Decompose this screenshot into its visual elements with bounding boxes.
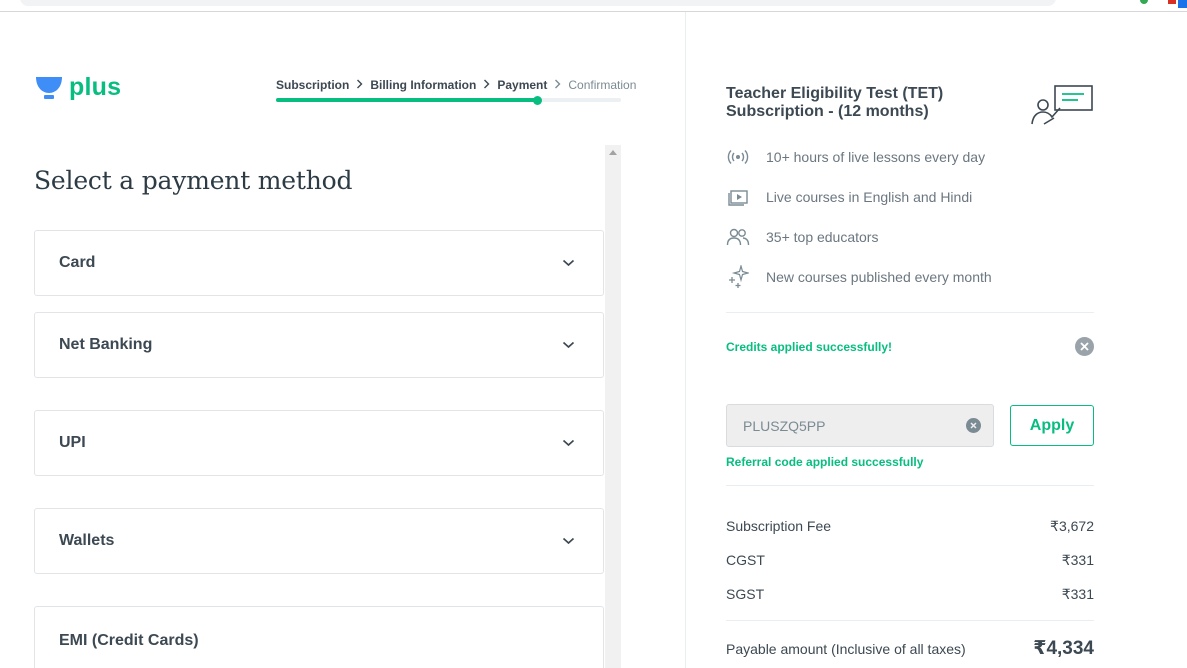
divider (726, 485, 1094, 486)
divider (726, 312, 1094, 313)
close-icon (1080, 342, 1089, 351)
scroll-up-arrow-icon[interactable] (609, 150, 617, 155)
payment-method-card[interactable]: Card (34, 230, 604, 296)
payment-method-net-banking[interactable]: Net Banking (34, 312, 604, 378)
payment-method-label: UPI (59, 434, 86, 451)
payable-label: Payable amount (Inclusive of all taxes) (726, 640, 966, 657)
chevron-down-icon (561, 338, 575, 352)
feature-text: 35+ top educators (766, 229, 879, 245)
fee-label: CGST (726, 552, 765, 568)
clear-referral-code-button[interactable] (966, 418, 981, 433)
stepper-progress-dot (533, 96, 543, 105)
video-play-icon (726, 185, 750, 209)
payment-method-label: Wallets (59, 532, 115, 549)
divider (726, 620, 1094, 621)
live-broadcast-icon (726, 145, 750, 169)
checkout-stepper: Subscription Billing Information Payment… (276, 78, 636, 105)
chevron-right-icon (483, 78, 490, 92)
educator-board-illustration-icon (1030, 84, 1094, 131)
payment-method-wallets[interactable]: Wallets (34, 508, 604, 574)
credits-success-message: Credits applied successfully! (726, 340, 893, 354)
subscription-features: 10+ hours of live lessons every day Live… (726, 137, 992, 297)
chevron-right-icon (554, 78, 561, 92)
fee-row-cgst: CGST ₹331 (726, 552, 1094, 569)
fee-row-subscription: Subscription Fee ₹3,672 (726, 518, 1094, 535)
chevron-down-icon (561, 256, 575, 270)
remove-credits-button[interactable] (1075, 337, 1094, 356)
step-billing-information[interactable]: Billing Information (370, 78, 476, 92)
fee-value: ₹331 (1061, 552, 1094, 568)
browser-toolbar (0, 0, 1187, 12)
payment-method-label: Net Banking (59, 336, 153, 353)
feature-item: 35+ top educators (726, 217, 992, 257)
chevron-right-icon (356, 78, 363, 92)
payment-method-upi[interactable]: UPI (34, 410, 604, 476)
payment-method-label: Card (59, 254, 96, 271)
fee-value: ₹331 (1061, 586, 1094, 602)
feature-text: 10+ hours of live lessons every day (766, 149, 986, 165)
fee-label: Subscription Fee (726, 518, 832, 534)
fee-row-sgst: SGST ₹331 (726, 586, 1094, 603)
payment-methods-scrollbar[interactable] (605, 145, 621, 668)
referral-success-message: Referral code applied successfully (726, 455, 924, 469)
step-confirmation: Confirmation (568, 78, 637, 92)
stepper-progress-fill (276, 98, 539, 102)
referral-code-input[interactable] (726, 404, 994, 447)
payment-method-emi[interactable]: EMI (Credit Cards) (34, 606, 604, 668)
feature-text: New courses published every month (766, 269, 992, 285)
chevron-down-icon (561, 534, 575, 548)
sparkle-icon (726, 265, 750, 289)
page-title: Select a payment method (34, 166, 353, 195)
extension-icon[interactable] (1178, 0, 1187, 8)
column-divider (685, 12, 686, 668)
feature-item: Live courses in English and Hindi (726, 177, 992, 217)
subscription-title: Teacher Eligibility Test (TET) Subscript… (726, 85, 944, 120)
educators-icon (726, 225, 750, 249)
payable-value: ₹4,334 (1033, 638, 1094, 659)
payment-method-label: EMI (Credit Cards) (59, 632, 199, 649)
unacademy-logo-icon (36, 77, 62, 99)
extension-icon[interactable] (1140, 0, 1148, 4)
feature-item: New courses published every month (726, 257, 992, 297)
payable-amount-row: Payable amount (Inclusive of all taxes) … (726, 637, 1094, 660)
fee-value: ₹3,672 (1050, 518, 1094, 534)
logo-wordmark: plus (69, 72, 122, 101)
feature-item: 10+ hours of live lessons every day (726, 137, 992, 177)
plus-logo[interactable]: plus (34, 72, 122, 102)
step-subscription[interactable]: Subscription (276, 78, 349, 92)
close-icon (970, 422, 977, 429)
extension-icon[interactable] (1168, 0, 1176, 4)
fee-label: SGST (726, 586, 765, 602)
address-bar[interactable] (20, 0, 1056, 6)
apply-referral-button[interactable]: Apply (1010, 405, 1094, 446)
feature-text: Live courses in English and Hindi (766, 189, 973, 205)
chevron-down-icon (561, 436, 575, 450)
step-payment: Payment (497, 78, 548, 92)
